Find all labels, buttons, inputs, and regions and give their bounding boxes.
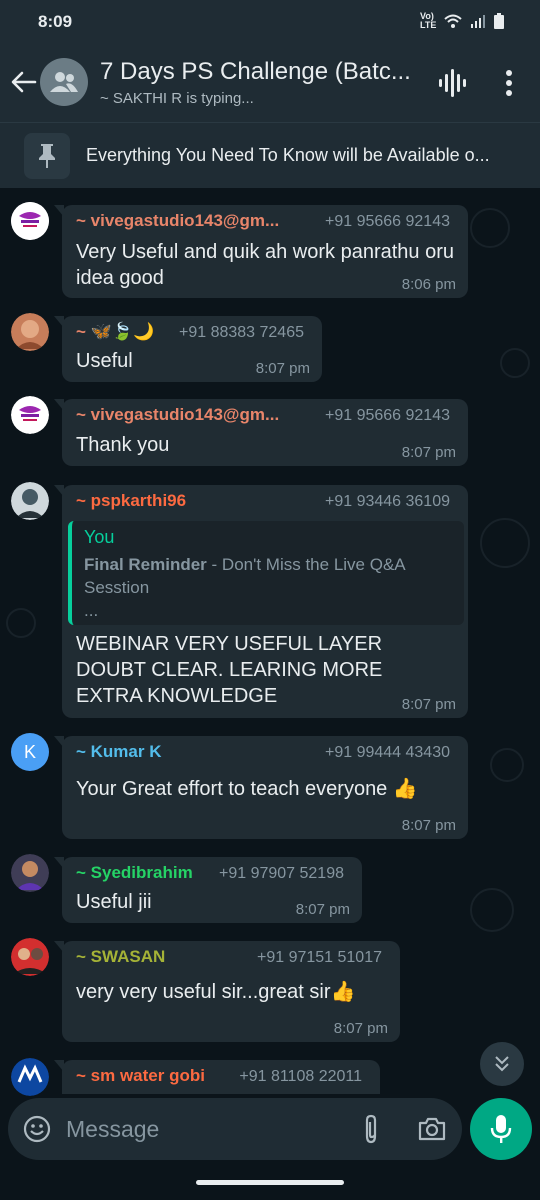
message-composer (8, 1098, 462, 1160)
avatar[interactable] (11, 938, 49, 976)
sender-name[interactable]: ~ 🦋🍃🌙 (76, 322, 154, 342)
pin-icon-container (24, 133, 70, 179)
system-nav-bar (0, 1166, 540, 1200)
volte-icon: Vo) LTE (420, 11, 437, 30)
quote-more: ... (84, 601, 99, 620)
scroll-to-bottom-button[interactable] (480, 1042, 524, 1086)
message-time: 8:07 pm (295, 901, 350, 918)
message-bubble[interactable]: ~ vivegastudio143@gm... +91 95666 92143 … (54, 205, 468, 298)
message-text: WEBINAR VERY USEFUL LAYER DOUBT CLEAR. L… (76, 633, 383, 707)
pinned-message-bar[interactable]: Everything You Need To Know will be Avai… (0, 122, 540, 188)
sender-phone: +91 99444 43430 (324, 744, 450, 761)
message-time: 8:07 pm (401, 817, 456, 834)
message-bubble[interactable]: ~ pspkarthi96 +91 93446 36109 You Final … (54, 485, 468, 718)
message-text: Your Great effort to teach everyone 👍 (76, 778, 418, 800)
sender-phone: +91 81108 22011 (239, 1068, 362, 1085)
quoted-message[interactable]: You Final Reminder - Don't Miss the Live… (68, 521, 464, 625)
message-time: 8:07 pm (401, 444, 456, 461)
attach-button[interactable] (356, 1112, 386, 1146)
more-vert-icon (506, 70, 512, 96)
quote-title: Final Reminder (84, 555, 207, 574)
chat-header: 7 Days PS Challenge (Batc... ~ SAKTHI R … (0, 44, 540, 122)
sender-phone: +91 95666 92143 (324, 213, 450, 230)
message-text: very very useful sir...great sir👍 (76, 981, 356, 1003)
voice-wave-icon (439, 69, 466, 97)
camera-icon (418, 1117, 446, 1141)
avatar[interactable] (11, 313, 49, 351)
sender-name[interactable]: ~ pspkarthi96 (76, 491, 186, 511)
sender-name[interactable]: ~ vivegastudio143@gm... (76, 211, 279, 231)
back-button[interactable] (8, 64, 40, 100)
pin-icon (39, 144, 55, 168)
sender-name[interactable]: ~ SWASAN (76, 947, 165, 967)
message-bubble[interactable]: ~ Syedibrahim +91 97907 52198 Useful jii… (54, 857, 362, 923)
sender-phone: +91 97151 51017 (256, 949, 382, 966)
sender-name[interactable]: ~ Kumar K (76, 742, 162, 762)
message-text: Thank you (76, 434, 170, 456)
more-options-button[interactable] (494, 66, 524, 100)
sender-name[interactable]: ~ vivegastudio143@gm... (76, 405, 279, 425)
typing-status: ~ SAKTHI R is typing... (100, 90, 254, 107)
avatar[interactable] (11, 396, 49, 434)
chat-title[interactable]: 7 Days PS Challenge (Batc... (100, 58, 418, 86)
message-time: 8:07 pm (255, 360, 310, 377)
camera-button[interactable] (414, 1112, 450, 1146)
voice-message-button[interactable] (470, 1098, 532, 1160)
quote-author: You (84, 527, 115, 547)
message-text: Useful jii (76, 891, 152, 913)
message-input[interactable] (66, 1114, 336, 1144)
battery-icon (494, 13, 504, 29)
sender-phone: +91 97907 52198 (218, 865, 344, 882)
message-time: 8:07 pm (333, 1020, 388, 1037)
message-bubble[interactable]: ~ SWASAN +91 97151 51017 very very usefu… (54, 941, 400, 1042)
message-text: Useful (76, 350, 133, 372)
chevron-double-down-icon (495, 1056, 509, 1072)
message-time: 8:06 pm (401, 276, 456, 293)
mic-icon (490, 1115, 512, 1143)
sender-phone: +91 93446 36109 (324, 493, 450, 510)
message-bubble[interactable]: ~ sm water gobi +91 81108 22011 (54, 1060, 380, 1094)
wifi-icon (444, 14, 462, 28)
home-gesture-handle[interactable] (196, 1180, 344, 1185)
emoji-icon (23, 1115, 51, 1143)
message-bubble[interactable]: ~ 🦋🍃🌙 +91 88383 72465 Useful 8:07 pm (54, 316, 322, 382)
avatar[interactable] (11, 482, 49, 520)
message-bubble[interactable]: ~ Kumar K +91 99444 43430 Your Great eff… (54, 736, 468, 839)
sender-name[interactable]: ~ sm water gobi (76, 1066, 205, 1086)
sender-phone: +91 88383 72465 (178, 324, 304, 341)
sender-name[interactable]: ~ Syedibrahim (76, 863, 193, 883)
avatar[interactable]: K (11, 733, 49, 771)
paperclip-icon (365, 1114, 377, 1144)
message-bubble[interactable]: ~ vivegastudio143@gm... +91 95666 92143 … (54, 399, 468, 466)
avatar[interactable] (11, 854, 49, 892)
group-avatar[interactable] (40, 58, 88, 106)
status-icons: Vo) LTE (420, 12, 504, 30)
quote-text: Final Reminder - Don't Miss the Live Q&A… (84, 553, 456, 622)
voice-chat-button[interactable] (434, 66, 470, 100)
sender-phone: +91 95666 92143 (324, 407, 450, 424)
status-bar: 8:09 Vo) LTE (0, 0, 540, 44)
emoji-button[interactable] (20, 1112, 54, 1146)
avatar[interactable] (11, 202, 49, 240)
status-time: 8:09 (38, 12, 73, 31)
signal-icon (471, 15, 485, 28)
group-icon (50, 72, 78, 92)
message-time: 8:07 pm (401, 696, 456, 713)
pinned-message-text: Everything You Need To Know will be Avai… (86, 145, 490, 165)
avatar-letter: K (23, 741, 36, 762)
avatar[interactable] (11, 1058, 49, 1096)
back-arrow-icon (11, 71, 37, 93)
